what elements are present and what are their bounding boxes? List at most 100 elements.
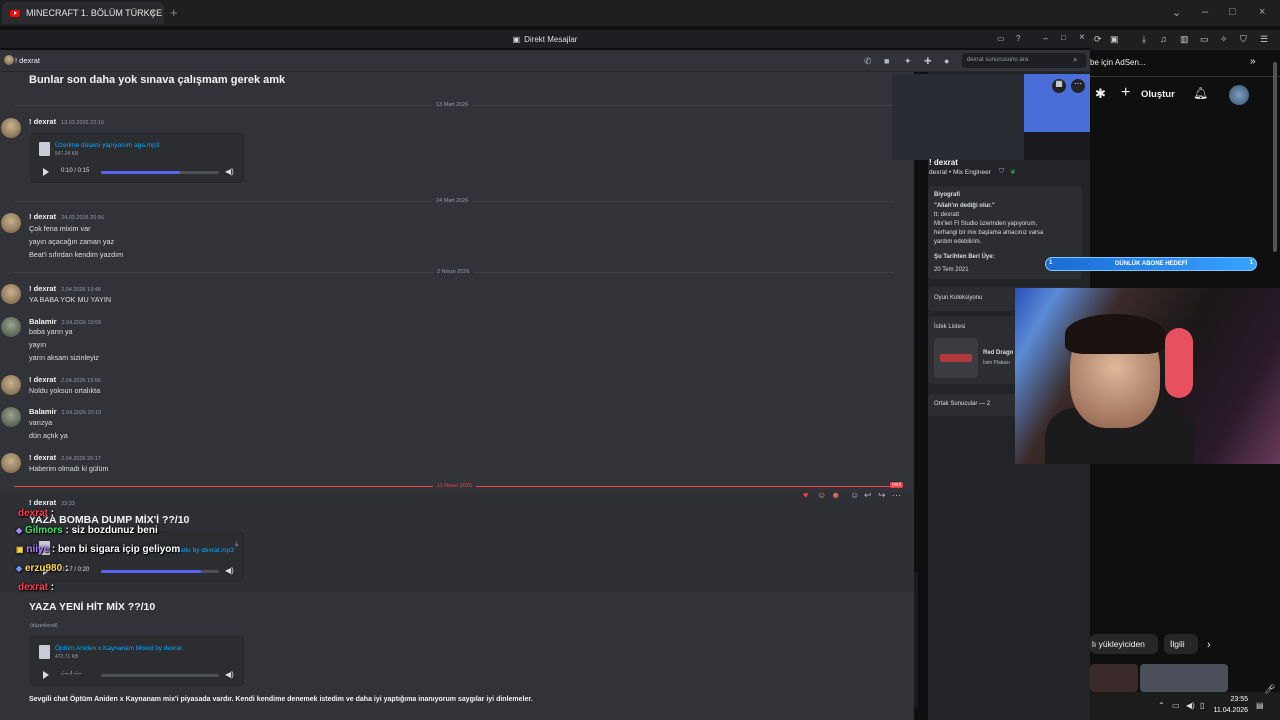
audio-progress[interactable]	[101, 570, 219, 573]
clock-time[interactable]: 23:55	[1204, 696, 1248, 703]
new-tab-button[interactable]: +	[170, 5, 178, 20]
close-icon[interactable]: ×	[150, 7, 156, 19]
music-icon[interactable]: ♫	[1160, 34, 1167, 44]
avatar[interactable]	[1, 284, 21, 304]
minimize-icon[interactable]: –	[1202, 6, 1208, 18]
chevron-down-icon[interactable]: ⌄	[1172, 6, 1181, 19]
chevron-right-icon[interactable]: »	[1250, 56, 1256, 67]
more-icon[interactable]: ⋯	[1071, 79, 1085, 93]
minimize-icon[interactable]: –	[1043, 33, 1048, 43]
download-icon[interactable]: ⤓	[1142, 34, 1146, 45]
shorts-icon[interactable]: ✱	[1095, 86, 1106, 102]
close-icon[interactable]: ×	[1079, 32, 1085, 43]
gift-icon[interactable]: ▦	[1052, 79, 1066, 93]
username[interactable]: ! dexrat	[29, 117, 56, 126]
maximize-icon[interactable]: □	[1061, 33, 1066, 42]
timestamp: 2.04.2026 20:17	[61, 456, 101, 462]
file-name[interactable]: Üzerime düşeni yapıyorum aga.mp3	[55, 142, 159, 149]
avatar[interactable]	[1, 118, 21, 138]
bio-line: yardım edebilirim.	[934, 239, 982, 245]
username[interactable]: ! dexrat	[29, 212, 56, 221]
volume-icon[interactable]: ◀)	[225, 566, 234, 575]
avatar	[4, 55, 14, 65]
username[interactable]: Balamir	[29, 407, 57, 416]
extension-icon[interactable]: ▣	[1110, 34, 1119, 45]
browser-tab[interactable]: MINECRAFT 1. BÖLÜM TÜRKÇE ×	[2, 2, 164, 24]
username[interactable]: ! dexrat	[29, 453, 56, 462]
avatar[interactable]	[1, 317, 21, 337]
download-icon[interactable]: ⤓	[235, 539, 239, 549]
help-icon[interactable]: ?	[1016, 34, 1020, 43]
extension-icon[interactable]: ⟳	[1094, 34, 1102, 45]
create-button[interactable]: Oluştur	[1141, 89, 1175, 100]
wallet-icon[interactable]: ▭	[1200, 34, 1209, 45]
forward-icon[interactable]: ↪	[878, 490, 886, 501]
ad-text[interactable]: be için AdSen...	[1090, 58, 1146, 67]
sidebar-icon[interactable]: ▥	[1180, 34, 1189, 45]
scrollbar[interactable]	[1273, 62, 1277, 252]
menu-icon[interactable]: ☰	[1260, 34, 1268, 45]
close-window-icon[interactable]: ×	[1259, 6, 1265, 18]
volume-icon[interactable]: ◀)	[225, 167, 234, 176]
shield-icon[interactable]: ⛉	[1240, 34, 1247, 45]
add-friend-icon[interactable]: ✚	[924, 56, 932, 67]
file-name[interactable]: Öptüm Aniden x Kaynanam Mixed by dexrat	[55, 645, 182, 652]
message-header: ! dexrat 2.04.2026 19:56	[29, 375, 101, 384]
chevron-right-icon[interactable]: ›	[1207, 639, 1211, 651]
avatar[interactable]	[1, 375, 21, 395]
chat-user: dexrat	[18, 582, 49, 593]
dm-icon: ▣	[512, 34, 521, 44]
chat-scrollbar[interactable]	[914, 572, 918, 708]
username[interactable]: ! dexrat	[29, 284, 56, 293]
avatar[interactable]	[1, 407, 21, 427]
phone-icon[interactable]: ✆	[864, 56, 872, 67]
audio-progress[interactable]	[101, 674, 219, 677]
heart-reaction-icon[interactable]: ♥	[803, 490, 808, 500]
dm-name[interactable]: ! dexrat	[15, 56, 40, 65]
video-thumbnail[interactable]	[1140, 664, 1228, 692]
message-text: Haberim olmadı ki gülüm	[29, 464, 109, 473]
microphone-icon[interactable]: 🎤︎	[1264, 684, 1275, 695]
username[interactable]: ! dexrat	[29, 498, 56, 507]
inbox-icon[interactable]: ▭	[997, 34, 1005, 43]
add-reaction-icon[interactable]: ☺	[850, 490, 859, 500]
network-icon[interactable]: ▭	[1172, 701, 1180, 710]
maximize-icon[interactable]: □	[1229, 6, 1236, 18]
message-text: Bunlar son daha yok sınava çalışmam gere…	[29, 74, 286, 86]
member-since-title: Şu Tarihten Beri Üye:	[934, 254, 995, 260]
chevron-up-icon[interactable]: ⌃	[1158, 701, 1165, 710]
username[interactable]: Balamir	[29, 317, 57, 326]
clock-date[interactable]: 11.04.2026	[1198, 707, 1248, 714]
chat-text: : siz bozdunuz beni	[65, 525, 158, 536]
bell-icon[interactable]: 🔔︎	[1193, 86, 1208, 100]
profile-icon[interactable]: ●	[944, 56, 949, 66]
emoji-reaction-icon[interactable]: ☺	[817, 490, 826, 500]
message-text: Noldu yoksun ortalıkta	[29, 386, 101, 395]
pin-icon[interactable]: ✦	[904, 56, 912, 67]
plus-icon[interactable]: +	[1121, 84, 1130, 102]
search-icon[interactable]: ⌕	[1073, 55, 1077, 65]
emoji-reaction-icon[interactable]: ☻	[831, 490, 840, 500]
more-icon[interactable]: ⋯	[892, 490, 901, 501]
avatar[interactable]	[1, 453, 21, 473]
search-input[interactable]: dexrat sunucusunu ara	[962, 53, 1086, 68]
audio-progress[interactable]	[101, 171, 219, 174]
chat-user: Gilmors	[24, 525, 63, 536]
date-label: 11 Nisan 2026	[433, 483, 477, 489]
avatar[interactable]	[1, 213, 21, 233]
notification-icon[interactable]: ▤	[1256, 701, 1264, 710]
message-text: Beat'i sıfırdan kendim yazdım	[29, 250, 124, 259]
reply-icon[interactable]: ↩	[864, 490, 872, 501]
play-icon[interactable]	[43, 168, 49, 176]
avatar[interactable]	[1229, 85, 1249, 105]
play-icon[interactable]	[43, 671, 49, 679]
video-thumbnail[interactable]	[1090, 664, 1138, 692]
message-text: yayın açacağın zaman yaz	[29, 237, 115, 246]
volume-icon[interactable]: ◀)	[1186, 701, 1195, 710]
video-icon[interactable]: ■	[884, 56, 889, 66]
volume-icon[interactable]: ◀)	[225, 670, 234, 679]
copilot-icon[interactable]: ✧	[1220, 34, 1228, 45]
username[interactable]: ! dexrat	[29, 375, 56, 384]
chip-filter[interactable]: lı yükleyiciden	[1090, 634, 1158, 654]
chip-filter[interactable]: İlgili	[1164, 634, 1198, 654]
